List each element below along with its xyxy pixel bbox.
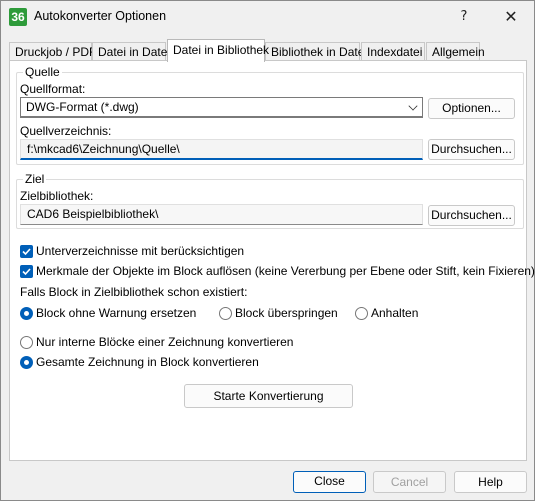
help-button[interactable]: Help xyxy=(454,471,527,493)
quellverzeichnis-input[interactable]: f:\mkcad6\Zeichnung\Quelle\ xyxy=(20,139,423,160)
quellformat-value: DWG-Format (*.dwg) xyxy=(26,100,139,114)
close-button[interactable]: Close xyxy=(293,471,366,493)
chevron-down-icon xyxy=(408,101,418,111)
close-icon[interactable]: ✕ xyxy=(488,1,534,32)
tab-druckjob[interactable]: Druckjob / PDF xyxy=(9,42,96,62)
app-icon: 36 xyxy=(9,8,27,26)
resolve-checkbox[interactable] xyxy=(20,265,33,278)
title-bar: 36 Autokonverter Optionen ? ✕ xyxy=(1,1,534,32)
resolve-label[interactable]: Merkmale der Objekte im Block auflösen (… xyxy=(36,264,535,278)
dialog-window: 36 Autokonverter Optionen ? ✕ Druckjob /… xyxy=(0,0,535,501)
optionen-button[interactable]: Optionen... xyxy=(428,98,515,119)
ziel-durchsuchen-button[interactable]: Durchsuchen... xyxy=(428,205,515,226)
quellverzeichnis-label: Quellverzeichnis: xyxy=(20,124,112,138)
whole-radio[interactable] xyxy=(20,356,33,369)
subdirs-checkbox[interactable] xyxy=(20,245,33,258)
tab-panel: Quelle Quellformat: DWG-Format (*.dwg) O… xyxy=(9,60,535,461)
subdirs-label[interactable]: Unterverzeichnisse mit berücksichtigen xyxy=(36,244,244,258)
quelle-durchsuchen-button[interactable]: Durchsuchen... xyxy=(428,139,515,160)
quellformat-dropdown[interactable]: DWG-Format (*.dwg) xyxy=(20,97,423,118)
start-conversion-button[interactable]: Starte Konvertierung xyxy=(184,384,353,408)
cancel-button: Cancel xyxy=(373,471,446,493)
quelle-group-title: Quelle xyxy=(23,65,62,79)
checkmark-icon xyxy=(22,268,31,276)
tab-bibliothek-in-datei[interactable]: Bibliothek in Datei xyxy=(265,42,367,62)
stop-label[interactable]: Anhalten xyxy=(371,306,418,320)
tab-indexdatei[interactable]: Indexdatei xyxy=(361,42,425,62)
skip-label[interactable]: Block überspringen xyxy=(235,306,338,320)
replace-label[interactable]: Block ohne Warnung ersetzen xyxy=(36,306,196,320)
quellformat-label: Quellformat: xyxy=(20,82,86,96)
skip-radio[interactable] xyxy=(219,307,232,320)
help-icon[interactable]: ? xyxy=(441,1,487,32)
window-title: Autokonverter Optionen xyxy=(34,9,167,23)
tab-datei-in-datei[interactable]: Datei in Datei xyxy=(92,42,170,62)
checkmark-icon xyxy=(22,248,31,256)
whole-label[interactable]: Gesamte Zeichnung in Block konvertieren xyxy=(36,355,259,369)
internal-label[interactable]: Nur interne Blöcke einer Zeichnung konve… xyxy=(36,335,293,349)
tab-allgemein[interactable]: Allgemein xyxy=(426,42,485,62)
internal-radio[interactable] xyxy=(20,336,33,349)
ziel-group-title: Ziel xyxy=(23,172,47,186)
tab-datei-in-bibliothek[interactable]: Datei in Bibliothek xyxy=(167,39,269,62)
stop-radio[interactable] xyxy=(355,307,368,320)
replace-radio[interactable] xyxy=(20,307,33,320)
exists-label: Falls Block in Zielbibliothek schon exis… xyxy=(20,285,248,299)
zielbibliothek-label: Zielbibliothek: xyxy=(20,189,94,203)
zielbibliothek-field: CAD6 Beispielbibliothek\ xyxy=(20,204,423,225)
